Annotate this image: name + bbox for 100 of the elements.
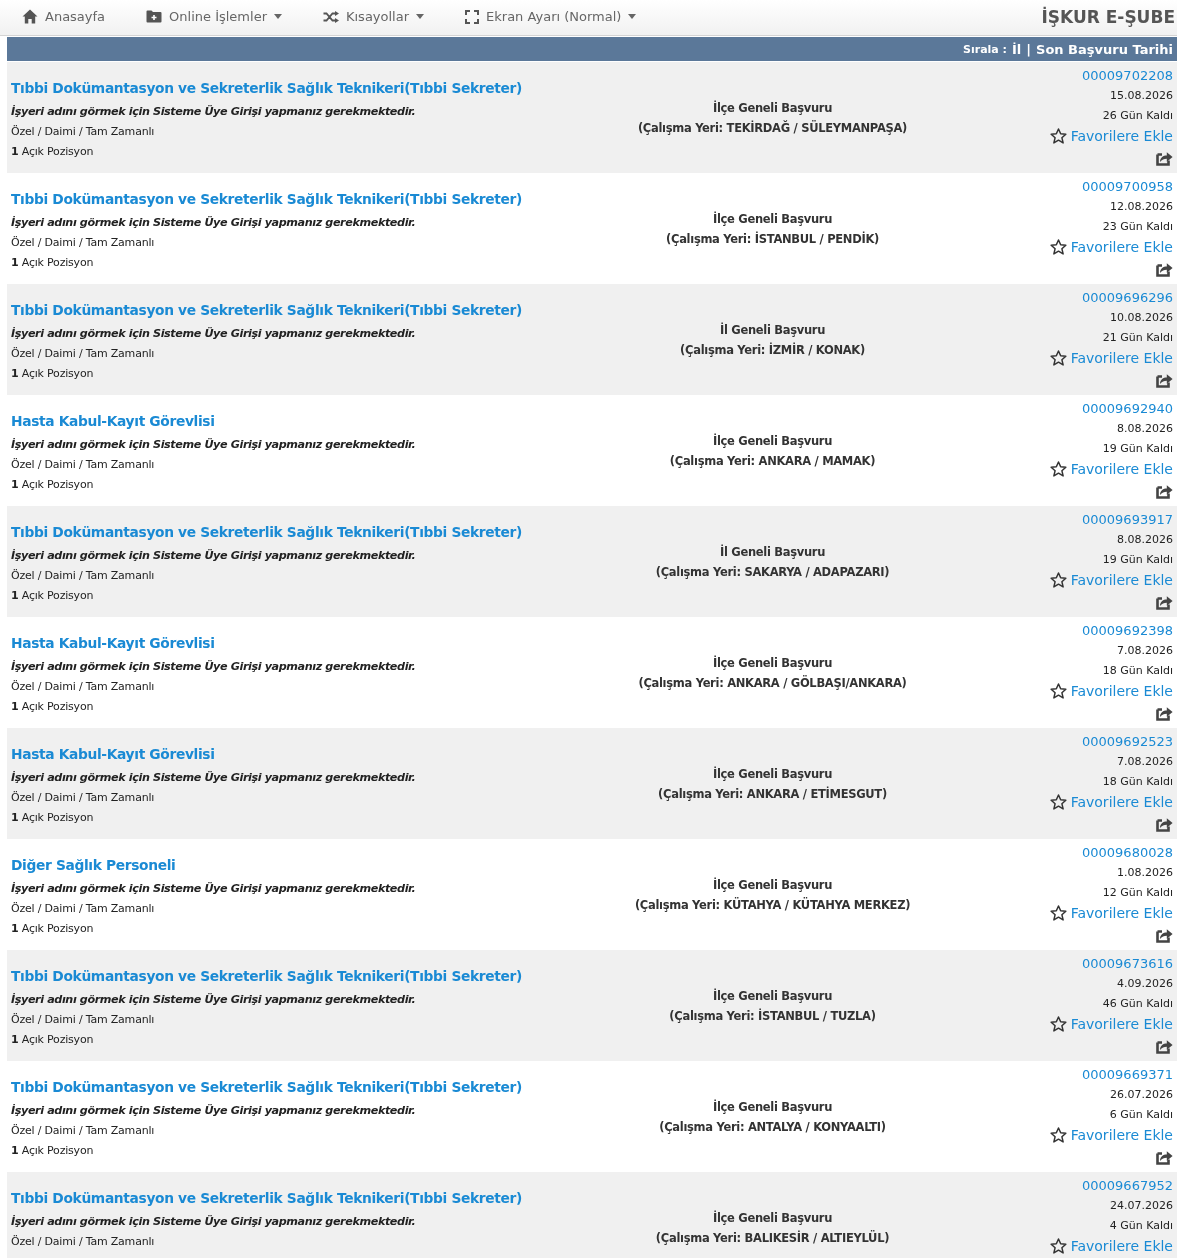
- separator-text: |: [1026, 41, 1032, 57]
- nav-dropdown[interactable]: Ekran Ayarı (Normal): [465, 4, 637, 29]
- posting-number-link[interactable]: 00009693917: [1082, 510, 1173, 530]
- job-type-text: Özel / Daimi / Tam Zamanlı: [11, 901, 155, 917]
- application-scope: İlçe Geneli Başvuru: [712, 765, 833, 783]
- posting-number-link[interactable]: 00009692398: [1082, 621, 1173, 641]
- job-type-text: Özel / Daimi / Tam Zamanlı: [11, 457, 155, 473]
- application-scope: İlçe Geneli Başvuru: [712, 432, 833, 450]
- job-title-link[interactable]: Hasta Kabul-Kayıt Görevlisi: [11, 409, 215, 433]
- application-scope: İlçe Geneli Başvuru: [712, 654, 833, 672]
- add-favorite-link[interactable]: Favorilere Ekle: [1049, 1125, 1173, 1145]
- days-left-text: 23 Gün Kaldı: [1102, 219, 1173, 235]
- posting-number-link[interactable]: 00009692940: [1082, 399, 1173, 419]
- share-icon[interactable]: [1156, 594, 1173, 610]
- deadline-date: 26.07.2026: [1110, 1087, 1173, 1103]
- sort-option-link[interactable]: Son Başvuru Tarihi: [1036, 41, 1173, 57]
- work-location: (Çalışma Yeri: TEKİRDAĞ / SÜLEYMANPAŞA): [637, 119, 908, 137]
- share-icon[interactable]: [1156, 150, 1173, 166]
- share-icon[interactable]: [1156, 261, 1173, 277]
- work-location: (Çalışma Yeri: BALIKESİR / ALTIEYLÜL): [655, 1229, 890, 1247]
- work-location: (Çalışma Yeri: İSTANBUL / PENDİK): [666, 230, 879, 248]
- job-title-link[interactable]: Tıbbi Dokümantasyon ve Sekreterlik Sağlık Teknikeri(Tıbbi Sekreter): [11, 964, 522, 988]
- job-title-link[interactable]: Diğer Sağlık Personeli: [11, 853, 176, 877]
- nav-dropdown[interactable]: Online İşlemler: [146, 4, 282, 29]
- job-title-link[interactable]: Tıbbi Dokümantasyon ve Sekreterlik Sağlık Teknikeri(Tıbbi Sekreter): [11, 187, 522, 211]
- deadline-date: 7.08.2026: [1117, 754, 1173, 770]
- add-favorite-link[interactable]: Favorilere Ekle: [1049, 903, 1173, 923]
- site-title: İŞKUR E-ŞUBE: [1041, 6, 1175, 27]
- add-favorite-link[interactable]: Favorilere Ekle: [1049, 681, 1173, 701]
- days-left-text: 12 Gün Kaldı: [1102, 885, 1173, 901]
- job-title-link[interactable]: Tıbbi Dokümantasyon ve Sekreterlik Sağlık Teknikeri(Tıbbi Sekreter): [11, 520, 522, 544]
- star-icon: [1049, 239, 1067, 255]
- posting-number-link[interactable]: 00009680028: [1082, 843, 1173, 863]
- employer-note: İşyeri adını görmek için Sisteme Üye Girişi yapmanız gerekmektedir.: [11, 326, 416, 342]
- job-title-link[interactable]: Tıbbi Dokümantasyon ve Sekreterlik Sağlık Teknikeri(Tıbbi Sekreter): [11, 298, 522, 322]
- application-scope: İlçe Geneli Başvuru: [712, 1209, 833, 1227]
- employer-note: İşyeri adını görmek için Sisteme Üye Girişi yapmanız gerekmektedir.: [11, 881, 416, 897]
- deadline-date: 10.08.2026: [1110, 310, 1173, 326]
- days-left-text: 19 Gün Kaldı: [1102, 441, 1173, 457]
- days-left-text: 46 Gün Kaldı: [1102, 996, 1173, 1012]
- work-location: (Çalışma Yeri: SAKARYA / ADAPAZARI): [655, 563, 890, 581]
- posting-number-link[interactable]: 00009702208: [1082, 66, 1173, 86]
- share-icon[interactable]: [1156, 927, 1173, 943]
- job-type-text: Özel / Daimi / Tam Zamanlı: [11, 235, 155, 251]
- work-location: (Çalışma Yeri: KÜTAHYA / KÜTAHYA MERKEZ): [634, 896, 911, 914]
- employer-note: İşyeri adını görmek için Sisteme Üye Girişi yapmanız gerekmektedir.: [11, 659, 416, 675]
- share-icon[interactable]: [1156, 372, 1173, 388]
- posting-number-link[interactable]: 00009667952: [1082, 1176, 1173, 1196]
- deadline-date: 8.08.2026: [1117, 421, 1173, 437]
- job-title-link[interactable]: Tıbbi Dokümantasyon ve Sekreterlik Sağlık Teknikeri(Tıbbi Sekreter): [11, 1075, 522, 1099]
- job-title-link[interactable]: Hasta Kabul-Kayıt Görevlisi: [11, 631, 215, 655]
- work-location: (Çalışma Yeri: ANKARA / MAMAK): [669, 452, 876, 470]
- share-icon[interactable]: [1156, 1149, 1173, 1165]
- share-icon[interactable]: [1156, 816, 1173, 832]
- job-title-link[interactable]: Tıbbi Dokümantasyon ve Sekreterlik Sağlık Teknikeri(Tıbbi Sekreter): [11, 76, 522, 100]
- share-icon[interactable]: [1156, 705, 1173, 721]
- add-favorite-link[interactable]: Favorilere Ekle: [1049, 1014, 1173, 1034]
- star-icon: [1049, 350, 1067, 366]
- posting-number-link[interactable]: 00009669371: [1082, 1065, 1173, 1085]
- posting-number-link[interactable]: 00009700958: [1082, 177, 1173, 197]
- application-scope: İlçe Geneli Başvuru: [712, 1098, 833, 1116]
- open-positions-text: 1 Açık Pozisyon: [11, 255, 94, 271]
- add-favorite-link[interactable]: Favorilere Ekle: [1049, 237, 1173, 257]
- share-icon[interactable]: [1156, 1038, 1173, 1054]
- posting-number-link[interactable]: 00009696296: [1082, 288, 1173, 308]
- days-left-text: 19 Gün Kaldı: [1102, 552, 1173, 568]
- open-positions-text: 1 Açık Pozisyon: [11, 921, 94, 937]
- work-location: (Çalışma Yeri: ANKARA / GÖLBAŞI/ANKARA): [638, 674, 907, 692]
- add-favorite-link[interactable]: Favorilere Ekle: [1049, 348, 1173, 368]
- posting-number-link[interactable]: 00009692523: [1082, 732, 1173, 752]
- star-icon: [1049, 461, 1067, 477]
- deadline-date: 8.08.2026: [1117, 532, 1173, 548]
- share-icon[interactable]: [1156, 483, 1173, 499]
- star-icon: [1049, 683, 1067, 699]
- star-icon: [1049, 128, 1067, 144]
- nav-link[interactable]: Anasayfa: [22, 4, 106, 29]
- add-favorite-link[interactable]: Favorilere Ekle: [1049, 570, 1173, 590]
- application-scope: İlçe Geneli Başvuru: [712, 99, 833, 117]
- deadline-date: 15.08.2026: [1110, 88, 1173, 104]
- add-favorite-link[interactable]: Favorilere Ekle: [1049, 459, 1173, 479]
- add-favorite-link[interactable]: Favorilere Ekle: [1049, 1236, 1173, 1256]
- open-positions-text: 1 Açık Pozisyon: [11, 366, 94, 382]
- deadline-date: 24.07.2026: [1110, 1198, 1173, 1214]
- sort-option-link[interactable]: İl: [1012, 41, 1022, 57]
- open-positions-text: 1 Açık Pozisyon: [11, 477, 94, 493]
- posting-number-link[interactable]: 00009673616: [1082, 954, 1173, 974]
- work-location: (Çalışma Yeri: ANTALYA / KONYAALTI): [659, 1118, 886, 1136]
- employer-note: İşyeri adını görmek için Sisteme Üye Girişi yapmanız gerekmektedir.: [11, 770, 416, 786]
- nav-dropdown[interactable]: Kısayollar: [323, 4, 425, 29]
- job-type-text: Özel / Daimi / Tam Zamanlı: [11, 679, 155, 695]
- add-favorite-link[interactable]: Favorilere Ekle: [1049, 126, 1173, 146]
- work-location: (Çalışma Yeri: İSTANBUL / TUZLA): [669, 1007, 876, 1025]
- job-title-link[interactable]: Hasta Kabul-Kayıt Görevlisi: [11, 742, 215, 766]
- add-favorite-link[interactable]: Favorilere Ekle: [1049, 792, 1173, 812]
- job-title-link[interactable]: Tıbbi Dokümantasyon ve Sekreterlik Sağlık Teknikeri(Tıbbi Sekreter): [11, 1186, 522, 1210]
- employer-note: İşyeri adını görmek için Sisteme Üye Girişi yapmanız gerekmektedir.: [11, 1214, 416, 1230]
- job-type-text: Özel / Daimi / Tam Zamanlı: [11, 1123, 155, 1139]
- star-icon: [1049, 1238, 1067, 1254]
- days-left-text: 18 Gün Kaldı: [1102, 774, 1173, 790]
- job-type-text: Özel / Daimi / Tam Zamanlı: [11, 1012, 155, 1028]
